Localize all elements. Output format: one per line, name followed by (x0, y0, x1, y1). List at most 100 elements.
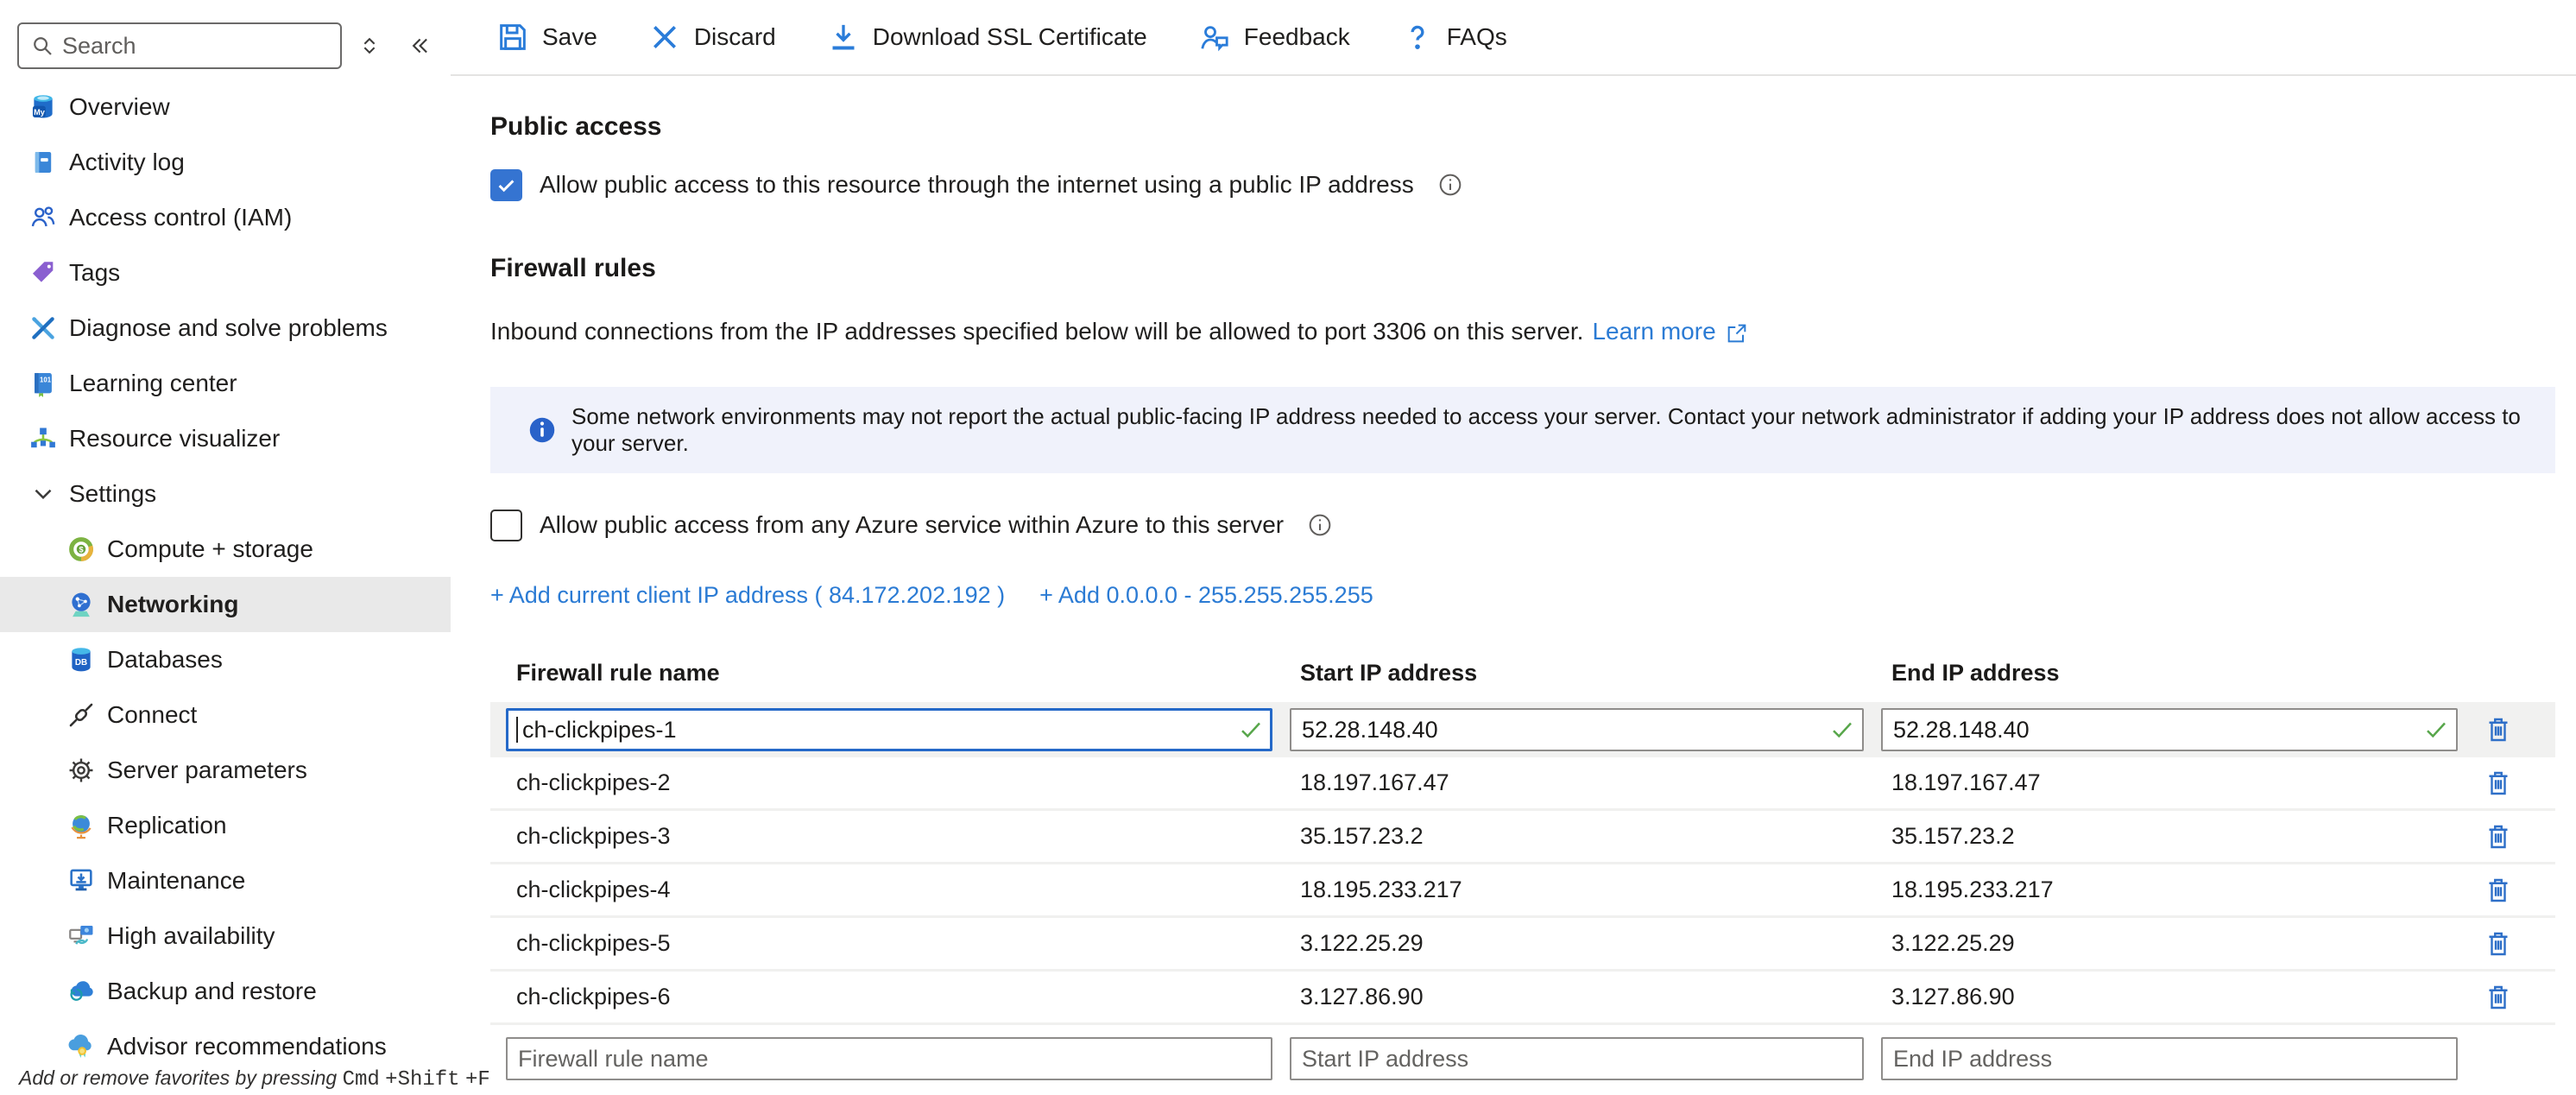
sidebar-item-label: Activity log (69, 149, 185, 176)
sidebar-search-row (0, 0, 451, 69)
column-header-end-ip: End IP address (1866, 660, 2442, 687)
sidebar-item-databases[interactable]: DB Databases (0, 632, 451, 687)
azure-services-checkbox[interactable] (490, 510, 522, 541)
search-input[interactable] (62, 33, 330, 60)
start-ip-input[interactable] (1290, 708, 1864, 751)
end-ip-cell: 3.127.86.90 (1866, 984, 2442, 1010)
mysql-server-icon: My (28, 92, 59, 123)
collapse-menu-icon[interactable] (402, 28, 437, 63)
rule-name-cell: ch-clickpipes-4 (490, 877, 1257, 903)
delete-rule-button[interactable] (2478, 870, 2518, 910)
allow-public-access-checkbox[interactable] (490, 169, 522, 201)
info-banner-text: Some network environments may not report… (571, 403, 2555, 457)
databases-icon: DB (66, 644, 97, 675)
feedback-button[interactable]: Feedback (1197, 20, 1350, 54)
table-row: ch-clickpipes-2 18.197.167.47 18.197.167… (490, 757, 2555, 811)
discard-button[interactable]: Discard (647, 20, 776, 54)
sidebar-item-connect[interactable]: Connect (0, 687, 451, 743)
backup-cloud-icon (66, 976, 97, 1007)
start-ip-cell: 3.127.86.90 (1274, 984, 1848, 1010)
delete-rule-button[interactable] (2478, 924, 2518, 964)
table-row: ch-clickpipes-4 18.195.233.217 18.195.23… (490, 864, 2555, 918)
delete-rule-button[interactable] (2478, 817, 2518, 857)
delete-rule-button[interactable] (2478, 710, 2518, 750)
sidebar-item-backup-restore[interactable]: Backup and restore (0, 964, 451, 1019)
sidebar-item-high-availability[interactable]: High availability (0, 908, 451, 964)
chevron-down-icon (28, 478, 59, 510)
networking-pane: Save Discard Download SSL Certificate Fe… (451, 0, 2576, 1095)
sidebar-item-activity-log[interactable]: Activity log (0, 135, 451, 190)
column-header-rule-name: Firewall rule name (490, 660, 1257, 687)
sidebar-item-compute-storage[interactable]: $ Compute + storage (0, 522, 451, 577)
firewall-description: Inbound connections from the IP addresse… (490, 318, 2555, 345)
sidebar-item-label: Access control (IAM) (69, 204, 292, 231)
trash-icon (2483, 928, 2514, 959)
sidebar-item-label: Advisor recommendations (107, 1033, 387, 1060)
resource-menu-sidebar: My Overview Activity log Access control … (0, 0, 451, 1095)
sidebar-item-label: Overview (69, 93, 170, 121)
sidebar-item-networking[interactable]: Networking (0, 577, 451, 632)
sidebar-item-settings-group[interactable]: Settings (0, 466, 451, 522)
sidebar-item-resource-visualizer[interactable]: Resource visualizer (0, 411, 451, 466)
replication-globe-icon (66, 810, 97, 841)
public-access-row: Allow public access to this resource thr… (490, 168, 2555, 202)
firewall-rules-heading: Firewall rules (490, 254, 2555, 283)
info-icon[interactable] (1306, 511, 1334, 539)
delete-rule-button[interactable] (2478, 763, 2518, 803)
save-button[interactable]: Save (496, 20, 597, 54)
collapse-all-icon[interactable] (352, 28, 387, 63)
table-header-row: Firewall rule name Start IP address End … (490, 655, 2555, 690)
trash-icon (2483, 875, 2514, 906)
sidebar-item-server-parameters[interactable]: Server parameters (0, 743, 451, 798)
sidebar-item-tags[interactable]: Tags (0, 245, 451, 301)
external-link-icon (1725, 318, 1749, 345)
trash-icon (2483, 982, 2514, 1013)
start-ip-cell: 18.195.233.217 (1274, 877, 1848, 903)
svg-text:DB: DB (75, 658, 87, 668)
sidebar-item-label: Diagnose and solve problems (69, 314, 388, 342)
sidebar-item-label: Replication (107, 812, 227, 839)
search-box[interactable] (17, 22, 342, 69)
new-start-ip-input[interactable] (1290, 1037, 1864, 1080)
faqs-label: FAQs (1447, 23, 1507, 51)
high-availability-icon (66, 921, 97, 952)
end-ip-input[interactable] (1881, 708, 2458, 751)
table-row: ch-clickpipes-5 3.122.25.29 3.122.25.29 (490, 918, 2555, 972)
sidebar-item-maintenance[interactable]: Maintenance (0, 853, 451, 908)
rule-name-input[interactable] (506, 708, 1272, 751)
table-row: ch-clickpipes-3 35.157.23.2 35.157.23.2 (490, 811, 2555, 864)
sidebar-item-label: Networking (107, 591, 238, 618)
start-ip-cell: 18.197.167.47 (1274, 769, 1848, 796)
save-icon (496, 20, 530, 54)
end-ip-cell: 18.195.233.217 (1866, 877, 2442, 903)
learn-more-link[interactable]: Learn more (1592, 318, 1715, 345)
azure-networking-page: My Overview Activity log Access control … (0, 0, 2576, 1095)
sidebar-item-label: Maintenance (107, 867, 245, 895)
compute-storage-icon: $ (66, 534, 97, 565)
faqs-button[interactable]: FAQs (1400, 20, 1507, 54)
end-ip-cell: 35.157.23.2 (1866, 823, 2442, 850)
text-caret (516, 717, 518, 743)
networking-globe-icon (66, 589, 97, 620)
sidebar-item-learning-center[interactable]: 101 Learning center (0, 356, 451, 411)
info-filled-icon (527, 415, 558, 446)
diagnose-tools-icon (28, 313, 59, 344)
start-ip-cell: 35.157.23.2 (1274, 823, 1848, 850)
trash-icon (2483, 768, 2514, 799)
sidebar-item-overview[interactable]: My Overview (0, 79, 451, 135)
new-rule-name-input[interactable] (506, 1037, 1272, 1080)
public-access-heading: Public access (490, 112, 2555, 142)
add-client-ip-link[interactable]: + Add current client IP address ( 84.172… (490, 582, 1005, 609)
sidebar-item-replication[interactable]: Replication (0, 798, 451, 853)
sidebar-item-label: High availability (107, 922, 275, 950)
add-all-range-link[interactable]: + Add 0.0.0.0 - 255.255.255.255 (1039, 582, 1373, 609)
sidebar-item-access-control[interactable]: Access control (IAM) (0, 190, 451, 245)
delete-rule-button[interactable] (2478, 978, 2518, 1017)
networking-content: Public access Allow public access to thi… (451, 76, 2576, 1095)
new-end-ip-input[interactable] (1881, 1037, 2458, 1080)
table-row: ch-clickpipes-6 3.127.86.90 3.127.86.90 (490, 972, 2555, 1025)
download-ssl-button[interactable]: Download SSL Certificate (826, 20, 1147, 54)
info-icon[interactable] (1436, 171, 1464, 199)
rule-name-cell: ch-clickpipes-2 (490, 769, 1257, 796)
sidebar-item-diagnose[interactable]: Diagnose and solve problems (0, 301, 451, 356)
